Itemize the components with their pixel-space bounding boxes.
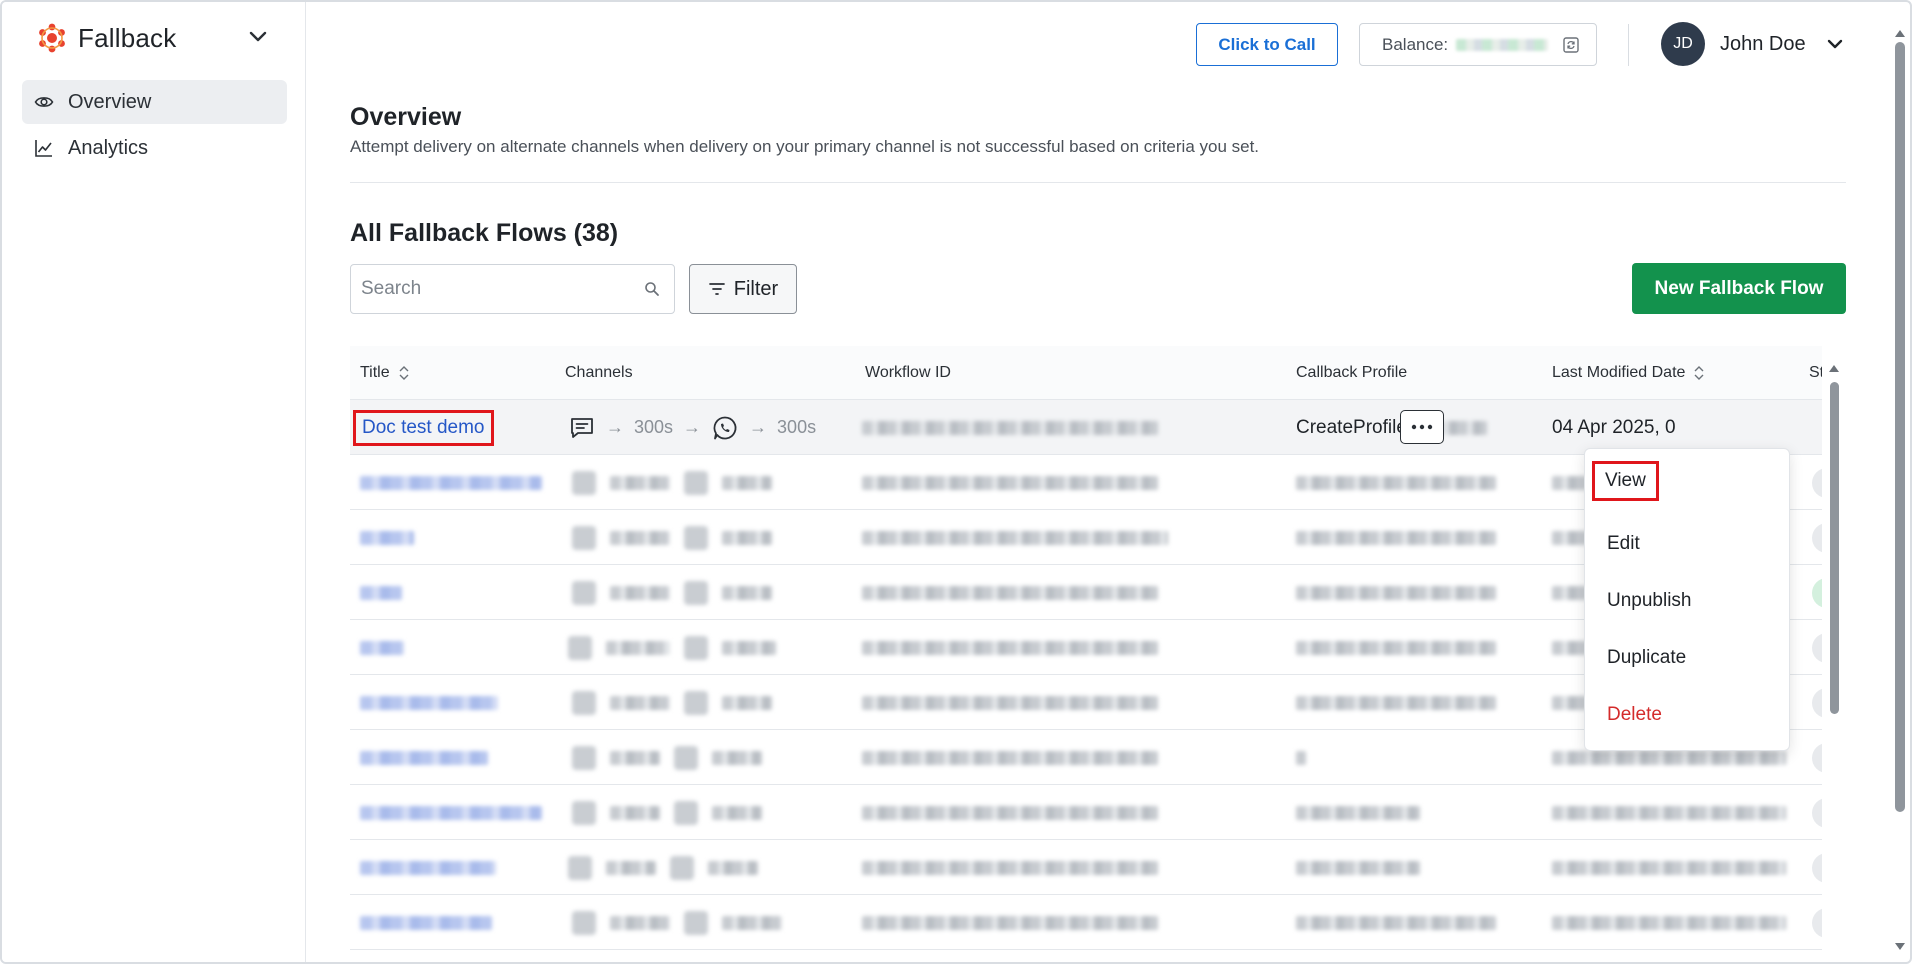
filter-icon	[708, 283, 725, 295]
menu-item-delete[interactable]: Delete	[1607, 704, 1662, 726]
refresh-icon[interactable]	[1562, 36, 1580, 54]
page-title: Overview	[350, 103, 462, 131]
row-actions-menu: View Edit Unpublish Duplicate Delete	[1584, 448, 1790, 751]
arrow-icon: →	[606, 417, 624, 437]
channel-delay: 300s	[634, 417, 674, 437]
column-workflow-id: Workflow ID	[865, 364, 951, 381]
chevron-down-icon[interactable]	[246, 24, 270, 48]
sidebar-item-label: Overview	[68, 90, 152, 113]
avatar: JD	[1661, 22, 1705, 66]
last-modified-value: 04 Apr 2025, 0	[1552, 416, 1676, 438]
sidebar: Fallback Overview Analytics	[2, 2, 306, 962]
sidebar-item-overview[interactable]: Overview	[22, 80, 287, 124]
callback-profile-value: CreateProfile	[1296, 416, 1407, 438]
sidebar-item-analytics[interactable]: Analytics	[22, 126, 287, 170]
column-last-modified[interactable]: Last Modified Date	[1552, 346, 1705, 400]
sms-icon	[571, 417, 593, 438]
sort-icon	[399, 366, 409, 380]
user-menu[interactable]: JD John Doe	[1661, 22, 1846, 66]
channels-cell: → 300s → → 300s	[568, 400, 816, 455]
scrollbar-thumb[interactable]	[1895, 42, 1905, 812]
sidebar-item-label: Analytics	[68, 136, 149, 159]
search-input[interactable]	[351, 265, 621, 313]
last-modified-cell: 04 Apr 2025, 0	[1552, 400, 1676, 455]
flow-title-link[interactable]: Doc test demo	[353, 409, 494, 446]
whatsapp-icon	[713, 416, 737, 439]
more-horizontal-icon	[1411, 424, 1433, 430]
table-row[interactable]	[350, 840, 1822, 895]
chevron-down-icon	[1827, 39, 1842, 49]
menu-item-edit[interactable]: Edit	[1607, 533, 1640, 555]
menu-item-duplicate[interactable]: Duplicate	[1607, 647, 1686, 669]
workflow-id-cell	[862, 400, 1158, 455]
page-description: Attempt delivery on alternate channels w…	[350, 137, 1260, 156]
sidebar-nav: Overview Analytics	[22, 80, 287, 172]
scrollbar-thumb[interactable]	[1830, 382, 1839, 714]
sort-icon	[1694, 366, 1704, 380]
status-badge	[1812, 577, 1822, 608]
filter-button[interactable]: Filter	[689, 264, 797, 314]
status-badge	[1812, 797, 1822, 828]
fallback-logo-icon	[39, 23, 65, 53]
status-badge	[1812, 632, 1822, 663]
column-channels: Channels	[565, 364, 633, 381]
arrow-icon: →	[683, 417, 702, 437]
brand[interactable]: Fallback	[36, 20, 176, 56]
balance-widget[interactable]: Balance:	[1359, 23, 1597, 66]
balance-label: Balance:	[1382, 34, 1449, 54]
app-name: Fallback	[78, 22, 177, 53]
scroll-down-icon[interactable]	[1894, 942, 1906, 952]
title-redacted	[360, 475, 542, 490]
workflow-id-redacted	[862, 420, 1158, 435]
user-name: John Doe	[1720, 32, 1806, 55]
app-window: Fallback Overview Analytics Click to Cal…	[0, 0, 1912, 964]
menu-item-unpublish[interactable]: Unpublish	[1607, 590, 1692, 612]
page-scrollbar[interactable]	[1892, 26, 1908, 962]
search-icon[interactable]	[644, 281, 660, 297]
column-callback-profile: Callback Profile	[1296, 364, 1408, 381]
menu-item-view[interactable]: View	[1592, 461, 1659, 501]
status-badge	[1812, 852, 1822, 883]
scroll-up-icon[interactable]	[1828, 362, 1840, 374]
status-badge	[1812, 742, 1822, 773]
filter-label: Filter	[733, 277, 779, 300]
table-row[interactable]	[350, 785, 1822, 840]
table-header: Title Channels Workflow ID Callback Prof…	[350, 346, 1822, 400]
status-badge	[1812, 467, 1822, 498]
arrow-icon: →	[749, 417, 768, 437]
table-scrollbar[interactable]	[1828, 362, 1840, 962]
new-fallback-flow-button[interactable]: New Fallback Flow	[1632, 263, 1846, 314]
channel-delay: 300s	[777, 417, 817, 437]
status-badge	[1812, 687, 1822, 718]
table-row[interactable]	[350, 895, 1822, 950]
status-badge	[1812, 522, 1822, 553]
balance-value-redacted	[1456, 38, 1549, 51]
column-status: St	[1809, 364, 1822, 381]
line-chart-icon	[35, 140, 52, 157]
flows-title: All Fallback Flows (38)	[350, 219, 619, 247]
callback-profile-cell: CreateProfile	[1296, 400, 1487, 455]
click-to-call-button[interactable]: Click to Call	[1196, 23, 1338, 66]
table-row[interactable]: Doc test demo → 300s → → 300s CreateProf…	[350, 400, 1822, 455]
row-actions-button[interactable]	[1400, 410, 1444, 444]
column-title[interactable]: Title	[360, 346, 410, 400]
search-box	[350, 264, 675, 314]
divider	[350, 182, 1846, 183]
scroll-up-icon[interactable]	[1894, 28, 1906, 38]
flow-title-cell: Doc test demo	[353, 400, 494, 455]
header-divider	[1628, 24, 1629, 66]
channel-icon-redacted	[572, 470, 596, 495]
status-badge	[1812, 907, 1822, 938]
eye-icon	[34, 97, 54, 107]
